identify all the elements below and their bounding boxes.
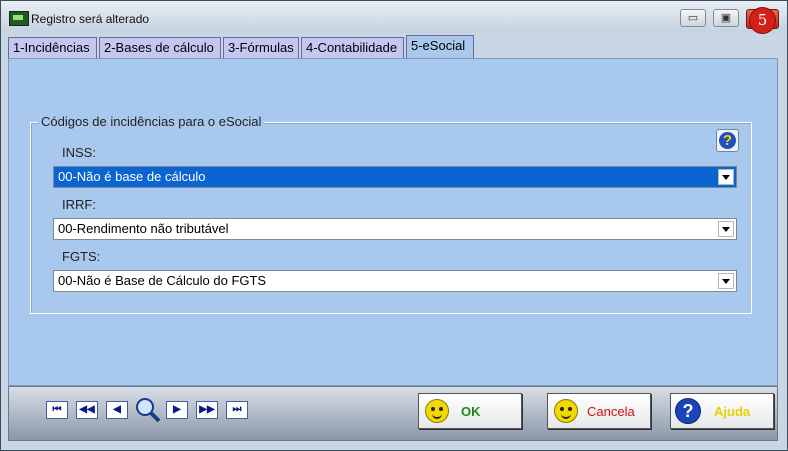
question-icon[interactable]: ? [716,129,739,152]
tab-incidencias[interactable]: 1-Incidências [8,37,97,58]
chevron-down-icon[interactable] [718,169,734,185]
fgts-label: FGTS: [62,249,101,264]
tab-bases-de-calculo[interactable]: 2-Bases de cálculo [99,37,221,58]
question-icon: ? [675,398,701,424]
previous-page-button[interactable]: ◀◀ [76,401,98,419]
app-icon [9,11,29,26]
worried-smiley-icon [554,399,578,423]
step-badge: 5 [750,8,775,33]
next-record-button[interactable]: ▶ [166,401,188,419]
window-title: Registro será alterado [31,12,150,26]
ok-label: OK [461,404,481,419]
cancel-label: Cancela [587,404,635,419]
fgts-value: 00-Não é Base de Cálculo do FGTS [58,273,267,288]
restore-button[interactable]: ▣ [713,9,739,27]
tab-formulas[interactable]: 3-Fórmulas [223,37,299,58]
next-page-button[interactable]: ▶▶ [196,401,218,419]
irrf-select[interactable]: 00-Rendimento não tributável [53,218,737,240]
chevron-down-icon[interactable] [718,221,734,237]
previous-record-button[interactable]: ◀ [106,401,128,419]
help-label: Ajuda [714,404,751,419]
search-icon[interactable] [134,397,162,423]
chevron-down-icon[interactable] [718,273,734,289]
inss-value: 00-Não é base de cálculo [58,169,206,184]
title-bar[interactable]: Registro será alterado ▭ ▣ 5 [1,1,787,33]
fgts-select[interactable]: 00-Não é Base de Cálculo do FGTS [53,270,737,292]
inss-label: INSS: [62,145,96,160]
ok-button[interactable]: OK [418,393,522,429]
group-legend: Códigos de incidências para o eSocial [38,114,265,129]
inss-select[interactable]: 00-Não é base de cálculo [53,166,737,188]
tab-contabilidade[interactable]: 4-Contabilidade [301,37,404,58]
last-record-button[interactable]: ⏭ [226,401,248,419]
smiley-icon [425,399,449,423]
irrf-value: 00-Rendimento não tributável [58,221,229,236]
cancel-button[interactable]: Cancela [547,393,651,429]
tab-esocial[interactable]: 5-eSocial [406,35,474,59]
first-record-button[interactable]: ⏮ [46,401,68,419]
minimize-button[interactable]: ▭ [680,9,706,27]
help-button[interactable]: ? Ajuda [670,393,774,429]
irrf-label: IRRF: [62,197,96,212]
